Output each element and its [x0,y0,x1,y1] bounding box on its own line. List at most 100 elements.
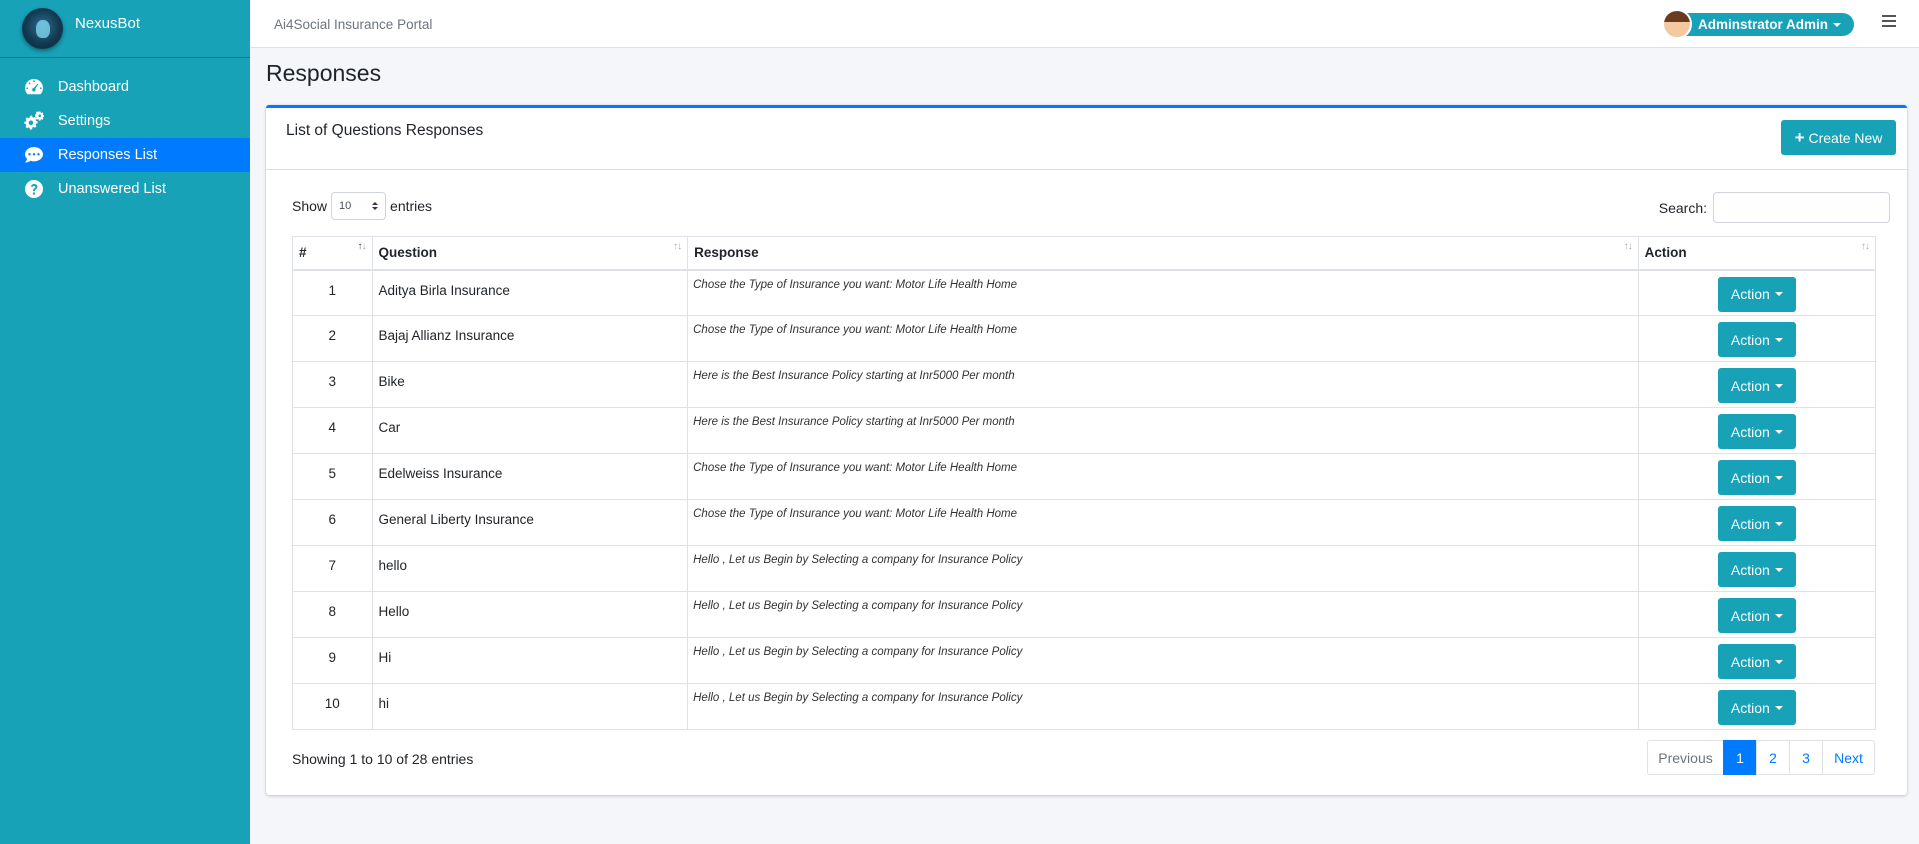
page-title: Responses [266,60,382,86]
next-page-button[interactable]: Next [1822,740,1875,775]
caret-down-icon [1774,613,1783,618]
top-navbar: Ai4Social Insurance Portal Adminstrator … [250,0,1919,48]
table-header-row: # ↑↓ Question ↑↓ Response ↑↓ Action ↑↓ [292,236,1877,271]
row-response: Hello , Let us Begin by Selecting a comp… [687,591,1639,638]
row-question: Aditya Birla Insurance [371,269,689,316]
table-row: 5 Edelweiss Insurance Chose the Type of In… [292,453,1877,500]
column-header-response[interactable]: Response ↑↓ [687,236,1639,271]
row-action-cell: Action [1637,315,1877,362]
row-response: Hello , Let us Begin by Selecting a comp… [687,683,1639,730]
sidebar-item-label: Settings [58,113,111,129]
caret-down-icon [1774,659,1783,664]
sidebar-item-unanswered-list[interactable]: Unanswered List [0,172,250,206]
caret-down-icon [1774,705,1783,710]
create-new-label: Create New [1808,129,1883,146]
caret-down-icon [1774,383,1783,388]
row-response: Hello , Let us Begin by Selecting a comp… [687,545,1639,592]
caret-down-icon [1774,567,1783,572]
previous-page-button[interactable]: Previous [1647,740,1724,775]
row-action-cell: Action [1637,453,1877,500]
action-dropdown-button[interactable]: Action [1717,276,1796,312]
page-button-1[interactable]: 1 [1723,740,1757,775]
menu-icon[interactable] [1882,15,1896,27]
row-action-cell: Action [1637,361,1877,408]
row-action-cell: Action [1637,683,1877,730]
row-question: Bike [371,361,689,408]
user-menu-button[interactable]: Adminstrator Admin [1662,9,1854,39]
row-question: hello [371,545,689,592]
action-label: Action [1730,653,1770,670]
row-question: Hello [371,591,689,638]
page-button-2[interactable]: 2 [1756,740,1790,775]
action-dropdown-button[interactable]: Action [1717,322,1796,357]
comment-icon [24,145,44,165]
table-row: 9 Hi Hello , Let us Begin by Selecting a c… [292,637,1877,684]
sort-icon: ↑↓ [357,241,367,252]
row-number: 7 [292,545,373,592]
action-dropdown-button[interactable]: Action [1717,368,1796,403]
table-row: 10 hi Hello , Let us Begin by Selecting a … [292,683,1877,730]
row-number: 3 [292,361,373,408]
action-label: Action [1730,607,1770,624]
action-dropdown-button[interactable]: Action [1717,598,1796,633]
brand[interactable]: NexusBot [0,0,250,58]
sidebar-item-settings[interactable]: Settings [0,104,250,138]
row-number: 9 [292,637,373,684]
table-row: 2 Bajaj Allianz Insurance Chose the Type o… [292,315,1877,362]
row-number: 1 [292,269,373,316]
action-dropdown-button[interactable]: Action [1717,414,1796,449]
action-label: Action [1730,377,1770,394]
action-label: Action [1730,286,1770,302]
entries-label: entries [390,198,433,214]
row-question: Edelweiss Insurance [371,453,689,500]
search-input[interactable] [1713,192,1890,223]
row-response: Here is the Best Insurance Policy starti… [687,407,1639,454]
page-button-3[interactable]: 3 [1789,740,1823,775]
column-header-question[interactable]: Question ↑↓ [371,236,689,271]
caret-down-icon [1774,337,1783,342]
select-arrows-icon [372,202,379,210]
sidebar-item-responses-list[interactable]: Responses List [0,138,250,172]
sidebar: NexusBot Dashboard Settings Responses Li… [0,0,250,844]
avatar [1662,9,1692,39]
responses-card: List of Questions Responses + Create New… [266,105,1907,795]
page-length-select[interactable]: 10 [331,192,387,220]
sidebar-nav: Dashboard Settings Responses List Unansw… [0,70,250,206]
action-dropdown-button[interactable]: Action [1717,506,1796,541]
table-row: 7 hello Hello , Let us Begin by Selecting … [292,545,1877,592]
table-body: 1 Aditya Birla Insurance Chose the Type of… [292,269,1877,730]
action-dropdown-button[interactable]: Action [1717,644,1796,679]
action-label: Action [1730,469,1770,486]
action-label: Action [1730,699,1770,716]
action-dropdown-button[interactable]: Action [1717,552,1796,587]
row-action-cell: Action [1637,637,1877,684]
sidebar-item-label: Unanswered List [58,181,166,197]
row-action-cell: Action [1637,545,1877,592]
brand-logo [22,8,63,49]
row-number: 10 [292,683,373,730]
caret-down-icon [1774,521,1783,526]
row-action-cell: Action [1637,499,1877,546]
create-new-button[interactable]: + Create New [1781,120,1896,155]
sidebar-item-dashboard[interactable]: Dashboard [0,70,250,104]
column-header-num[interactable]: # ↑↓ [292,236,373,271]
action-dropdown-button[interactable]: Action [1717,460,1796,495]
action-dropdown-button[interactable]: Action [1717,690,1796,725]
table-row: 3 Bike Here is the Best Insurance Policy s… [292,361,1877,408]
responses-table: # ↑↓ Question ↑↓ Response ↑↓ Action ↑↓ 1 Adit… [292,236,1877,730]
column-header-action[interactable]: Action ↑↓ [1637,236,1877,271]
portal-title: Ai4Social Insurance Portal [274,17,433,32]
row-response: Chose the Type of Insurance you want: Mo… [687,499,1639,546]
row-number: 5 [292,453,373,500]
sort-icon: ↑↓ [673,241,682,252]
page-length-control: Show 10 entries [292,192,432,220]
row-number: 4 [292,407,373,454]
sort-icon: ↑↓ [1861,241,1870,252]
pagination: Previous 1 2 3 Next [1647,740,1875,775]
table-row: 1 Aditya Birla Insurance Chose the Type of… [292,269,1877,316]
row-response: Chose the Type of Insurance you want: Mo… [687,453,1639,500]
row-response: Chose the Type of Insurance you want: Mo… [687,269,1639,316]
question-icon [24,179,44,199]
caret-down-icon [1833,22,1842,27]
action-label: Action [1730,515,1770,532]
